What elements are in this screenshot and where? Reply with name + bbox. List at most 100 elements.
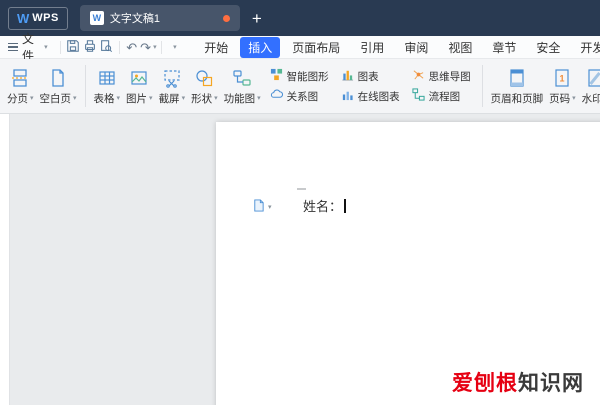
smartart-icon bbox=[270, 68, 283, 84]
left-pane-strip bbox=[0, 114, 10, 405]
tab-review[interactable]: 审阅 bbox=[396, 37, 436, 58]
relation-diagram-label: 关系图 bbox=[286, 90, 319, 103]
hamburger-icon bbox=[8, 42, 18, 52]
cloud-icon bbox=[270, 88, 283, 104]
flowchart-button[interactable]: 流程图 bbox=[408, 87, 475, 105]
wps-home-button[interactable]: W WPS bbox=[8, 6, 68, 30]
blank-page-icon bbox=[48, 67, 68, 89]
chart-button[interactable]: 图表 bbox=[337, 67, 404, 85]
tab-references[interactable]: 引用 bbox=[352, 37, 392, 58]
site-watermark: 爱刨根知识网 bbox=[452, 367, 584, 397]
page-number-label: 页码 ▾ bbox=[549, 92, 576, 105]
shapes-icon bbox=[194, 67, 214, 89]
menubar-separator bbox=[118, 40, 120, 54]
wps-logo-icon: W bbox=[17, 10, 30, 26]
header-footer-label: 页眉和页脚 bbox=[490, 92, 544, 105]
chevron-down-icon: ▾ bbox=[73, 95, 77, 102]
shapes-label: 形状 ▾ bbox=[191, 92, 218, 105]
site-watermark-red: 爱刨根 bbox=[452, 372, 518, 395]
online-chart-icon bbox=[341, 88, 354, 104]
file-menu-button[interactable]: 文件 ▾ bbox=[0, 32, 56, 63]
print-button[interactable] bbox=[81, 38, 98, 57]
document-page[interactable]: ▾ 姓名： bbox=[216, 122, 600, 405]
save-icon bbox=[66, 39, 80, 56]
chevron-down-icon: ▾ bbox=[572, 95, 576, 102]
page-break-icon bbox=[10, 67, 30, 89]
mindmap-small-group: 思维导图 流程图 bbox=[408, 67, 475, 105]
chevron-down-icon: ▾ bbox=[30, 95, 34, 102]
document-text-line[interactable]: 姓名： bbox=[303, 196, 346, 215]
online-chart-label: 在线图表 bbox=[357, 90, 400, 103]
chevron-down-icon: ▾ bbox=[268, 204, 272, 211]
document-tab[interactable]: W 文字文稿1 bbox=[79, 5, 240, 31]
print-icon bbox=[83, 39, 97, 56]
watermark-label: 水印▾ bbox=[581, 92, 600, 105]
unsaved-indicator-icon[interactable] bbox=[222, 14, 230, 22]
ribbon-group-separator bbox=[481, 65, 483, 107]
text-cursor bbox=[344, 199, 346, 213]
blank-page-button[interactable]: 空白页 ▾ bbox=[37, 64, 80, 109]
relation-diagram-button[interactable]: 关系图 bbox=[266, 87, 333, 105]
table-button[interactable]: 表格 ▾ bbox=[91, 64, 124, 109]
flowchart-icon bbox=[412, 88, 425, 104]
save-button[interactable] bbox=[64, 38, 81, 57]
screenshot-button[interactable]: 截屏 ▾ bbox=[156, 64, 189, 109]
paste-page-icon bbox=[252, 199, 265, 215]
new-tab-button[interactable]: + bbox=[252, 10, 262, 27]
tab-insert[interactable]: 插入 bbox=[240, 36, 281, 58]
tab-developer[interactable]: 开发工具 bbox=[572, 37, 600, 58]
chevron-down-icon: ▾ bbox=[173, 44, 177, 51]
chevron-down-icon: ▾ bbox=[257, 95, 261, 102]
chevron-down-icon: ▾ bbox=[116, 95, 121, 102]
wps-logo-text: WPS bbox=[32, 12, 59, 24]
tab-security[interactable]: 安全 bbox=[528, 37, 568, 58]
table-icon bbox=[97, 67, 117, 89]
function-diagram-label: 功能图 ▾ bbox=[223, 92, 261, 105]
smartart-button[interactable]: 智能图形 bbox=[266, 67, 333, 85]
paste-options-button[interactable]: ▾ bbox=[252, 199, 272, 215]
document-canvas[interactable]: ▾ 姓名： 爱刨根知识网 bbox=[0, 114, 600, 405]
tab-view[interactable]: 视图 bbox=[440, 37, 480, 58]
ribbon-insert: 分页 ▾ 空白页 ▾ 表格 ▾ 图片 ▾ 截屏 ▾ 形状 ▾ 功能图 ▾ 智能图… bbox=[0, 59, 600, 114]
picture-label: 图片 ▾ bbox=[126, 92, 153, 105]
header-footer-button[interactable]: 页眉和页脚 bbox=[488, 64, 547, 109]
chevron-down-icon: ▾ bbox=[181, 95, 186, 102]
chevron-down-icon: ▾ bbox=[44, 44, 48, 51]
mindmap-button[interactable]: 思维导图 bbox=[408, 67, 475, 85]
page-break-label: 分页 ▾ bbox=[7, 92, 34, 105]
smartart-label: 智能图形 bbox=[286, 70, 329, 83]
function-diagram-button[interactable]: 功能图 ▾ bbox=[221, 64, 264, 109]
table-label: 表格 ▾ bbox=[93, 92, 121, 105]
page-number-button[interactable]: 1 页码 ▾ bbox=[546, 64, 579, 109]
screenshot-icon bbox=[162, 67, 182, 89]
site-watermark-dark: 知识网 bbox=[518, 372, 584, 395]
undo-button[interactable]: ↶ bbox=[123, 38, 140, 57]
tab-home[interactable]: 开始 bbox=[196, 37, 236, 58]
picture-button[interactable]: 图片 ▾ bbox=[123, 64, 156, 109]
toolbar-customize-button[interactable]: ▾ bbox=[166, 38, 183, 57]
mindmap-label: 思维导图 bbox=[428, 70, 471, 83]
menubar-separator bbox=[160, 40, 162, 54]
redo-icon: ↷ bbox=[140, 39, 152, 55]
online-chart-button[interactable]: 在线图表 bbox=[337, 87, 404, 105]
svg-text:1: 1 bbox=[560, 73, 565, 83]
page-number-icon: 1 bbox=[552, 67, 572, 89]
flowchart-label: 流程图 bbox=[428, 90, 461, 103]
page-break-button[interactable]: 分页 ▾ bbox=[4, 64, 37, 109]
body-text: 姓名： bbox=[303, 199, 343, 214]
print-preview-button[interactable] bbox=[98, 38, 115, 57]
watermark-button[interactable]: 水印▾ bbox=[579, 64, 600, 109]
print-preview-icon bbox=[99, 39, 113, 56]
shapes-button[interactable]: 形状 ▾ bbox=[188, 64, 221, 109]
tab-page-layout[interactable]: 页面布局 bbox=[284, 37, 348, 58]
undo-icon: ↶ bbox=[126, 39, 138, 55]
diagram-small-group: 智能图形 关系图 bbox=[266, 67, 333, 105]
function-diagram-icon bbox=[232, 67, 252, 89]
watermark-icon bbox=[585, 67, 600, 89]
tab-section[interactable]: 章节 bbox=[484, 37, 524, 58]
chevron-down-icon: ▾ bbox=[153, 44, 157, 51]
doc-file-icon: W bbox=[89, 11, 104, 25]
text-position-marker bbox=[297, 188, 306, 190]
wps-window: W WPS W 文字文稿1 + 文件 ▾ ↶ ↷ ▾ ▾ 开始 插入 页面布局 … bbox=[0, 0, 600, 405]
redo-button[interactable]: ↷ ▾ bbox=[140, 38, 157, 57]
